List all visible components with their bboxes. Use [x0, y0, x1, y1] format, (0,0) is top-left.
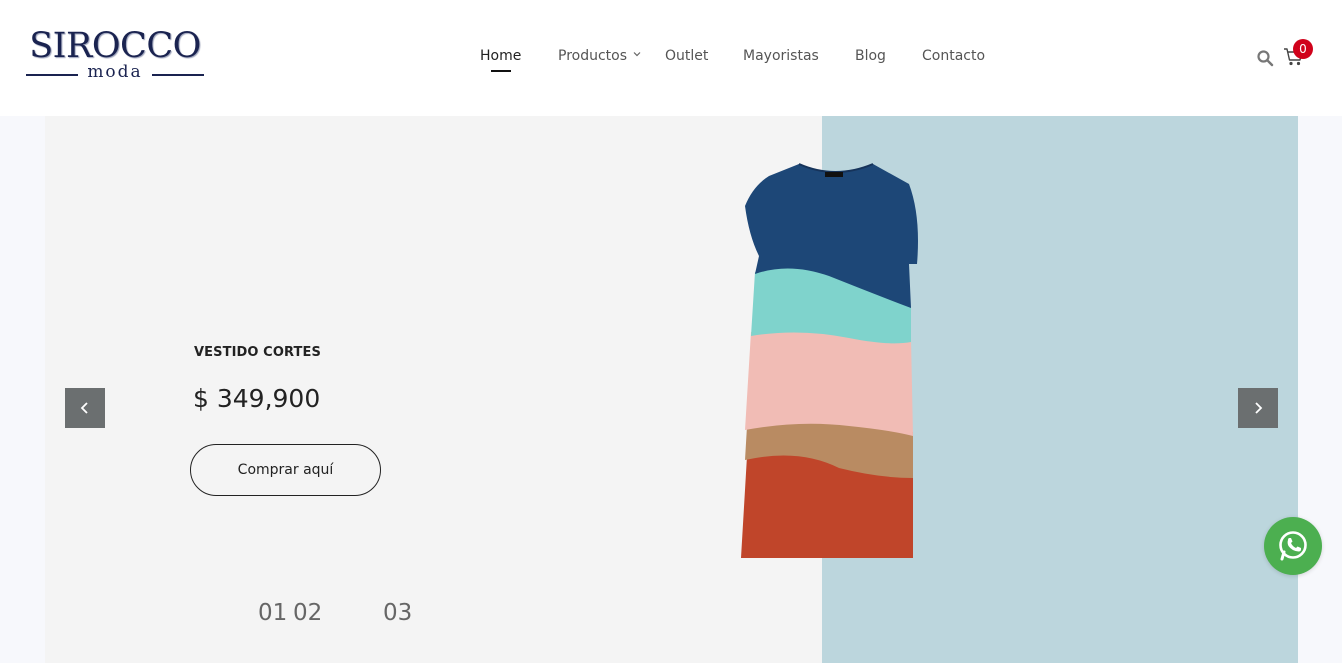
cart-count-badge[interactable]: 0	[1293, 39, 1313, 59]
slide-dot-01[interactable]: 01	[258, 600, 287, 626]
brand-tagline-row: moda	[26, 62, 204, 83]
nav-item-blog[interactable]: Blog	[855, 47, 886, 65]
dress-image	[741, 163, 918, 558]
nav-item-productos[interactable]: Productos	[558, 47, 627, 65]
brand-tagline: moda	[87, 62, 143, 82]
nav-item-home[interactable]: Home	[480, 47, 521, 65]
slider-next-button[interactable]	[1238, 388, 1278, 428]
buy-button[interactable]: Comprar aquí	[190, 444, 381, 496]
nav-item-outlet[interactable]: Outlet	[665, 47, 708, 65]
nav-item-mayoristas[interactable]: Mayoristas	[743, 47, 819, 65]
whatsapp-icon	[1279, 531, 1307, 561]
site-header: SIROCCO moda Home Productos Outlet Mayor…	[0, 0, 1342, 116]
slide-dot-02[interactable]: 02	[293, 600, 322, 626]
whatsapp-button[interactable]	[1264, 517, 1322, 575]
hero-slider: VESTIDO CORTES $ 349,900 Comprar aquí 01…	[45, 116, 1298, 663]
slide-dot-03[interactable]: 03	[383, 600, 412, 626]
slider-prev-button[interactable]	[65, 388, 105, 428]
logo-rule-right	[152, 74, 204, 76]
chevron-left-icon	[80, 402, 88, 414]
product-price: $ 349,900	[193, 384, 321, 413]
brand-logo[interactable]: SIROCCO moda	[26, 28, 204, 84]
nav-active-underline	[491, 70, 511, 72]
search-icon[interactable]	[1256, 49, 1274, 67]
nav-item-contacto[interactable]: Contacto	[922, 47, 985, 65]
chevron-down-icon[interactable]	[633, 50, 641, 58]
chevron-right-icon	[1255, 402, 1263, 414]
brand-name: SIROCCO	[29, 26, 201, 66]
product-title: VESTIDO CORTES	[194, 345, 321, 360]
